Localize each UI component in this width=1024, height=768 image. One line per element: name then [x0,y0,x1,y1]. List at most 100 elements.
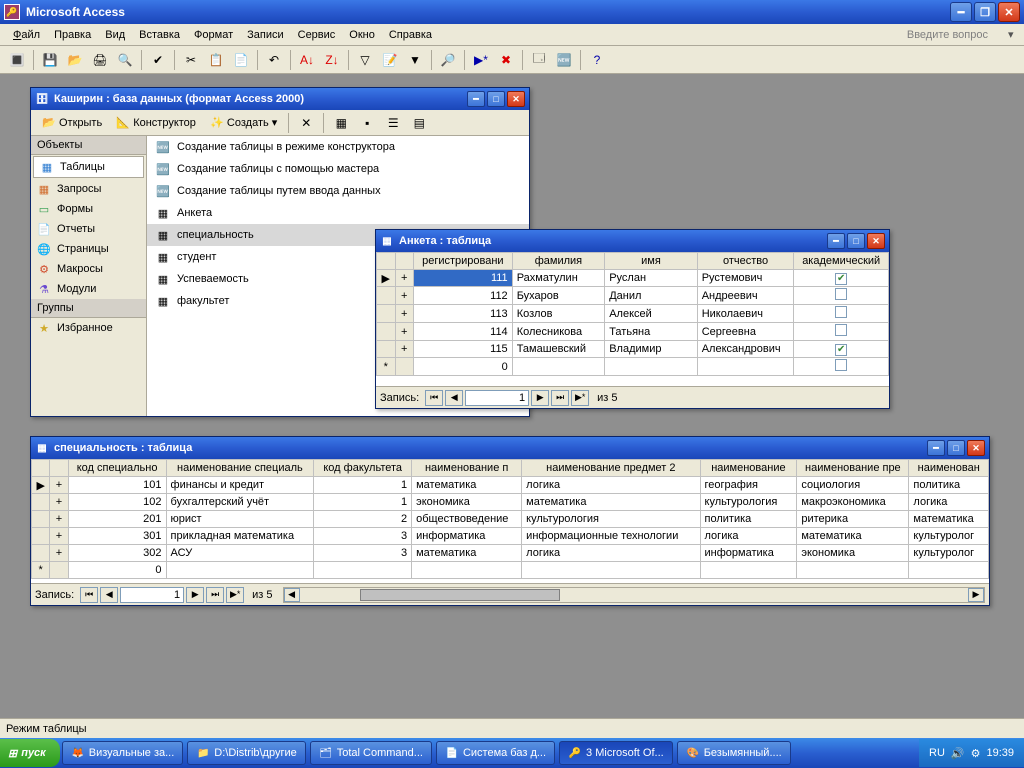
col-header[interactable]: регистрировани [414,253,513,270]
sidebar-item-pages[interactable]: 🌐Страницы [31,239,146,259]
first-record-button[interactable]: ⏮ [80,587,98,603]
col-header[interactable]: фамилия [512,253,605,270]
newobj-button[interactable]: 🆕 [553,49,575,71]
new-row-icon[interactable]: * [32,562,50,579]
db-minimize-button[interactable]: ━ [467,91,485,107]
last-record-button[interactable]: ⏭ [206,587,224,603]
record-number-input[interactable] [465,390,529,406]
row-selector[interactable]: ▶ [377,270,396,287]
view-details-icon[interactable]: ▤ [408,112,430,134]
col-header[interactable]: имя [605,253,698,270]
help-question-box[interactable]: Введите вопрос [907,29,1008,41]
filter-apply-button[interactable]: ▼ [404,49,426,71]
expand-icon[interactable]: + [50,477,68,494]
sidebar-item-reports[interactable]: 📄Отчеты [31,219,146,239]
menu-view[interactable]: Вид [98,27,132,43]
checkbox-icon[interactable]: ✔ [835,273,847,285]
list-item[interactable]: 🆕Создание таблицы путем ввода данных [147,180,529,202]
expand-icon[interactable]: + [395,270,414,287]
spec-maximize-button[interactable]: □ [947,440,965,456]
db-design-button[interactable]: 📐Конструктор [111,114,201,132]
anketa-close-button[interactable]: ✕ [867,233,885,249]
expand-icon[interactable]: + [50,494,68,511]
close-button[interactable]: ✕ [998,2,1020,22]
view-list-icon[interactable]: ☰ [382,112,404,134]
record-number-input[interactable] [120,587,184,603]
spec-close-button[interactable]: ✕ [967,440,985,456]
sort-desc-button[interactable]: Z↓ [321,49,343,71]
maximize-button[interactable]: ❐ [974,2,996,22]
start-button[interactable]: ⊞ пуск [0,739,60,767]
col-header[interactable]: код специально [68,460,166,477]
sort-asc-button[interactable]: A↓ [296,49,318,71]
db-delete-button[interactable]: ✕ [295,112,317,134]
first-record-button[interactable]: ⏮ [425,390,443,406]
table-row[interactable]: +113КозловАлексейНиколаевич [377,305,889,323]
newrec-button[interactable]: ▶* [470,49,492,71]
new-record-button[interactable]: ▶* [571,390,589,406]
anketa-titlebar[interactable]: ▦ Анкета : таблица ━ □ ✕ [376,230,889,252]
taskbar-item[interactable]: 🎨Безымянный.... [677,741,791,765]
sidebar-item-tables[interactable]: ▦Таблицы [33,156,144,178]
db-create-button[interactable]: ✨Создать ▾ [205,114,282,132]
table-row[interactable]: +112БухаровДанилАндреевич [377,287,889,305]
minimize-button[interactable]: ━ [950,2,972,22]
view-large-icon[interactable]: ▦ [330,112,352,134]
taskbar-item[interactable]: 📄Система баз д... [436,741,555,765]
anketa-grid[interactable]: регистрировани фамилия имя отчество акад… [376,252,889,386]
scroll-thumb[interactable] [360,589,560,601]
col-header[interactable]: наименование пре [797,460,909,477]
sidebar-item-favorites[interactable]: ★Избранное [31,318,146,338]
filter-sel-button[interactable]: ▽ [354,49,376,71]
col-header[interactable]: код факультета [314,460,412,477]
db-maximize-button[interactable]: □ [487,91,505,107]
view-small-icon[interactable]: ▪ [356,112,378,134]
spec-titlebar[interactable]: ▦ специальность : таблица ━ □ ✕ [31,437,989,459]
scroll-left-icon[interactable]: ◀ [284,588,300,602]
taskbar-item[interactable]: 📁D:\Distrib\другие [187,741,305,765]
menu-insert[interactable]: Вставка [132,27,187,43]
tray-icon[interactable]: 🔊 [951,747,965,760]
anketa-maximize-button[interactable]: □ [847,233,865,249]
list-item[interactable]: 🆕Создание таблицы в режиме конструктора [147,136,529,158]
checkbox-icon[interactable]: ✔ [835,344,847,356]
col-header[interactable]: наименование п [412,460,522,477]
expand-icon[interactable]: + [50,511,68,528]
new-row[interactable]: *0 [32,562,989,579]
open-button[interactable]: 📂 [64,49,86,71]
menu-help[interactable]: Справка [382,27,439,43]
spec-minimize-button[interactable]: ━ [927,440,945,456]
taskbar-item[interactable]: 🦊Визуальные за... [62,741,184,765]
expand-icon[interactable]: + [50,528,68,545]
new-row-icon[interactable]: * [377,358,396,376]
tray-icon[interactable]: ⚙ [971,747,981,760]
col-header[interactable]: наименование предмет 2 [522,460,700,477]
expand-icon[interactable]: + [395,323,414,341]
checkbox-icon[interactable] [835,324,847,336]
menu-format[interactable]: Формат [187,27,240,43]
lang-indicator[interactable]: RU [929,747,945,759]
db-close-button[interactable]: ✕ [507,91,525,107]
spell-button[interactable]: ✔ [147,49,169,71]
db-titlebar[interactable]: 🗄 Каширин : база данных (формат Access 2… [31,88,529,110]
table-row[interactable]: +115ТамашевскийВладимирАлександрович✔ [377,341,889,358]
new-row[interactable]: *0 [377,358,889,376]
help-button[interactable]: ? [586,49,608,71]
filter-form-button[interactable]: 📝 [379,49,401,71]
col-header[interactable]: академический [794,253,889,270]
menu-edit[interactable]: Правка [47,27,98,43]
print-button[interactable]: 🖨 [89,49,111,71]
delrec-button[interactable]: ✖ [495,49,517,71]
row-selector[interactable]: ▶ [32,477,50,494]
next-record-button[interactable]: ▶ [186,587,204,603]
sidebar-item-forms[interactable]: ▭Формы [31,199,146,219]
dbwin-button[interactable]: 🗔 [528,49,550,71]
prev-record-button[interactable]: ◀ [445,390,463,406]
table-row[interactable]: ▶+111РахматулинРусланРустемович✔ [377,270,889,287]
next-record-button[interactable]: ▶ [531,390,549,406]
table-row[interactable]: +114КолесниковаТатьянаСергеевна [377,323,889,341]
anketa-minimize-button[interactable]: ━ [827,233,845,249]
undo-button[interactable]: ↶ [263,49,285,71]
expand-icon[interactable]: + [395,341,414,358]
table-row[interactable]: ▶+101финансы и кредит1математикалогикаге… [32,477,989,494]
